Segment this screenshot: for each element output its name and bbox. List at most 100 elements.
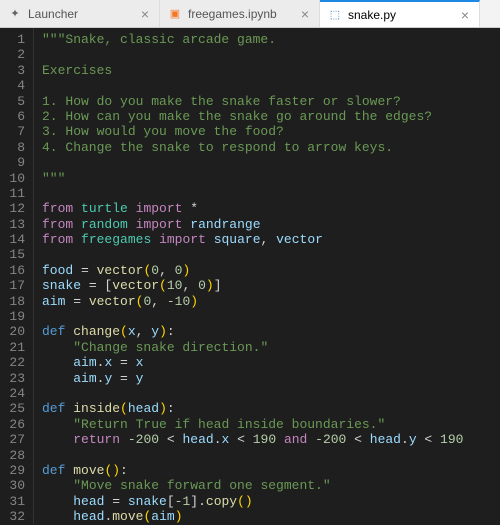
code-line[interactable]: 2. How can you make the snake go around … <box>42 109 463 124</box>
token-num: 10 <box>167 278 183 293</box>
code-line[interactable]: from freegames import square, vector <box>42 232 463 247</box>
code-line[interactable]: food = vector(0, 0) <box>42 263 463 278</box>
token-op: = <box>73 263 96 278</box>
code-line[interactable]: from turtle import * <box>42 201 463 216</box>
token-op <box>151 232 159 247</box>
launcher-icon: ✦ <box>8 7 22 21</box>
token-id: snake <box>128 494 167 509</box>
token-op: , <box>136 324 152 339</box>
tab-launcher[interactable]: ✦Launcher× <box>0 0 160 27</box>
token-id: snake <box>42 278 81 293</box>
line-number: 1 <box>4 32 25 47</box>
token-op: = <box>112 355 135 370</box>
line-number: 28 <box>4 448 25 463</box>
code-line[interactable]: def inside(head): <box>42 401 463 416</box>
token-mod: random <box>81 217 128 232</box>
tab-snake-py[interactable]: ⬚snake.py× <box>320 0 480 27</box>
code-line[interactable] <box>42 247 463 262</box>
code-line[interactable] <box>42 386 463 401</box>
token-op: : <box>167 401 175 416</box>
code-line[interactable]: aim.y = y <box>42 371 463 386</box>
code-content[interactable]: """Snake, classic arcade game. Exercises… <box>34 28 463 524</box>
code-line[interactable]: snake = [vector(10, 0)] <box>42 278 463 293</box>
token-op <box>42 509 73 524</box>
code-line[interactable]: """Snake, classic arcade game. <box>42 32 463 47</box>
code-line[interactable] <box>42 155 463 170</box>
token-def: def <box>42 324 65 339</box>
close-icon[interactable]: × <box>139 6 151 22</box>
line-number: 4 <box>4 78 25 93</box>
code-line[interactable]: def change(x, y): <box>42 324 463 339</box>
token-id: square <box>214 232 261 247</box>
token-id: aim <box>42 294 65 309</box>
token-str: 2. How can you make the snake go around … <box>42 109 432 124</box>
line-number: 3 <box>4 63 25 78</box>
close-icon[interactable]: × <box>299 6 311 22</box>
close-icon[interactable]: × <box>459 7 471 23</box>
line-number: 19 <box>4 309 25 324</box>
code-line[interactable]: aim = vector(0, -10) <box>42 294 463 309</box>
line-number: 10 <box>4 171 25 186</box>
token-str: 3. How would you move the food? <box>42 124 284 139</box>
line-number: 22 <box>4 355 25 370</box>
token-kw: return <box>73 432 120 447</box>
token-id: y <box>151 324 159 339</box>
token-str: Exercises <box>42 63 112 78</box>
line-number: 27 <box>4 432 25 447</box>
code-line[interactable]: 3. How would you move the food? <box>42 124 463 139</box>
token-str: """Snake, classic arcade game. <box>42 32 276 47</box>
code-line[interactable]: Exercises <box>42 63 463 78</box>
token-op: : <box>167 324 175 339</box>
token-kw: import <box>159 232 206 247</box>
token-fn: move <box>112 509 143 524</box>
line-number-gutter: 1234567891011121314151617181920212223242… <box>0 28 34 524</box>
code-line[interactable]: 4. Change the snake to respond to arrow … <box>42 140 463 155</box>
token-op: , <box>159 263 175 278</box>
token-op <box>42 340 73 355</box>
token-str: 4. Change the snake to respond to arrow … <box>42 140 393 155</box>
tab-bar: ✦Launcher×▣freegames.ipynb×⬚snake.py× <box>0 0 500 28</box>
code-line[interactable] <box>42 309 463 324</box>
token-par: ( <box>120 324 128 339</box>
token-mod: turtle <box>81 201 128 216</box>
token-par: ) <box>182 263 190 278</box>
code-line[interactable]: "Move snake forward one segment." <box>42 478 463 493</box>
code-editor[interactable]: 1234567891011121314151617181920212223242… <box>0 28 500 524</box>
code-line[interactable]: aim.x = x <box>42 355 463 370</box>
line-number: 14 <box>4 232 25 247</box>
code-line[interactable]: """ <box>42 171 463 186</box>
token-op: [ <box>167 494 175 509</box>
token-op <box>128 201 136 216</box>
tab-freegames-ipynb[interactable]: ▣freegames.ipynb× <box>160 0 320 27</box>
token-op <box>276 432 284 447</box>
code-line[interactable] <box>42 47 463 62</box>
token-num: 190 <box>440 432 463 447</box>
line-number: 17 <box>4 278 25 293</box>
code-line[interactable]: "Return True if head inside boundaries." <box>42 417 463 432</box>
token-op <box>42 478 73 493</box>
token-fn: vector <box>112 278 159 293</box>
token-id: y <box>409 432 417 447</box>
token-str: "Change snake direction." <box>73 340 268 355</box>
token-num: -10 <box>167 294 190 309</box>
code-line[interactable] <box>42 78 463 93</box>
code-line[interactable]: head.move(aim) <box>42 509 463 524</box>
code-line[interactable]: head = snake[-1].copy() <box>42 494 463 509</box>
tab-label: freegames.ipynb <box>188 7 277 21</box>
code-line[interactable] <box>42 186 463 201</box>
token-kw: import <box>136 217 183 232</box>
token-id: vector <box>276 232 323 247</box>
token-op: < <box>346 432 369 447</box>
code-line[interactable]: from random import randrange <box>42 217 463 232</box>
token-op <box>42 494 73 509</box>
token-op <box>120 432 128 447</box>
code-line[interactable] <box>42 448 463 463</box>
code-line[interactable]: 1. How do you make the snake faster or s… <box>42 94 463 109</box>
token-fn: inside <box>73 401 120 416</box>
code-line[interactable]: def move(): <box>42 463 463 478</box>
tab-label: snake.py <box>348 8 396 22</box>
token-op: = [ <box>81 278 112 293</box>
code-line[interactable]: return -200 < head.x < 190 and -200 < he… <box>42 432 463 447</box>
token-id: aim <box>73 371 96 386</box>
code-line[interactable]: "Change snake direction." <box>42 340 463 355</box>
